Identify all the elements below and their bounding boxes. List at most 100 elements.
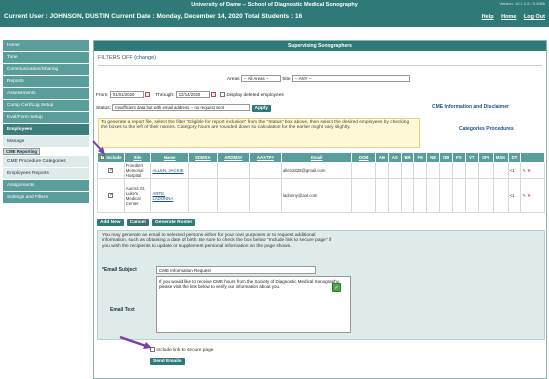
user-info-line: Current User : JOHNSON, DUSTIN Current D…: [4, 13, 303, 20]
annotation-arrow-icon: [119, 335, 152, 349]
header-links: Help Home Log Out: [476, 14, 545, 20]
version-text: Version: 10.1.2.5 / 5.4986: [499, 1, 545, 6]
actions-cell: ✎ ✕: [520, 178, 545, 213]
display-deleted-checkbox[interactable]: [220, 92, 226, 97]
university-title: University of Dame -- School of Diagnost…: [191, 2, 358, 8]
generate-roster-button[interactable]: Generate Roster: [152, 219, 196, 226]
sidebar-item-assessments[interactable]: Assessments: [3, 88, 89, 99]
column-header-br: BR: [400, 152, 415, 163]
sidebar-item-cme-reporting[interactable]: CME Reporting: [3, 148, 41, 155]
dt-cell: <1: [507, 162, 522, 179]
column-header-email[interactable]: Email: [280, 152, 353, 163]
add-new-button[interactable]: Add New: [97, 219, 124, 226]
ardms-cell: [216, 178, 250, 213]
delete-icon[interactable]: ✕: [527, 168, 531, 173]
employees-table: Include Site Name SDMSA ARDMS# AAXTP# Em…: [97, 152, 545, 213]
filters-change-link[interactable]: (change): [134, 55, 156, 61]
sidebar-item-eval-form[interactable]: Eval/Form Setup: [3, 112, 89, 123]
home-link[interactable]: Home: [501, 14, 516, 20]
email-text-label: Email Text: [110, 307, 135, 313]
sdmsa-cell: [187, 178, 218, 213]
send-emails-button[interactable]: Send Emails: [150, 358, 185, 365]
sidebar-item-settings[interactable]: Settings and Filters: [3, 192, 89, 203]
calendar-icon[interactable]: [144, 92, 150, 97]
current-user: JOHNSON, DUSTIN: [49, 13, 110, 20]
display-deleted-label: Display deleted employees: [226, 92, 284, 98]
sidebar-item-comp-cert[interactable]: Comp Cert/Log Setup: [3, 100, 89, 111]
column-header-ardms[interactable]: ARDMS#: [216, 152, 250, 163]
include-link-row: Include link to secure page: [150, 347, 213, 353]
dob-cell: [351, 162, 376, 179]
page-title: Supervising Sonographers: [94, 41, 546, 51]
site-select[interactable]: -- ANY --: [291, 75, 410, 82]
column-header-aaxtp[interactable]: AAXTP#: [248, 152, 282, 163]
email-cell: ladonny@aol.com: [280, 178, 353, 213]
include-link-label: Include link to secure page: [156, 347, 214, 353]
sidebar-item-home[interactable]: Home: [3, 40, 89, 51]
through-date-input[interactable]: 12/14/2020: [175, 91, 210, 98]
column-header-ab: AB: [375, 152, 389, 163]
cancel-button[interactable]: Cancel: [126, 219, 149, 226]
sidebar-item-employees-reports[interactable]: Employees Reports: [3, 168, 89, 179]
dob-cell: [351, 178, 376, 213]
include-checkbox[interactable]: [108, 192, 114, 199]
apply-button[interactable]: Apply: [251, 104, 271, 112]
sidebar-item-reports[interactable]: Reports: [3, 76, 89, 87]
logout-link[interactable]: Log Out: [524, 14, 545, 20]
aaxtp-cell: [248, 162, 282, 179]
column-header-sdmsa[interactable]: SDMSA: [187, 152, 218, 163]
delete-icon[interactable]: ✕: [527, 193, 531, 198]
table-row: Aurora St. Luke's Medical Center ARFE, L…: [97, 178, 545, 213]
sidebar-item-assignments[interactable]: Assignments: [3, 180, 89, 191]
sidebar-nav: Home Time Communication/Sharing Reports …: [3, 40, 89, 204]
email-text-area[interactable]: If you would like to receive CME hours f…: [156, 276, 351, 333]
send-emails-row: Send Emails: [150, 358, 185, 365]
include-cell: [97, 178, 125, 213]
dt-cell: <1: [507, 178, 522, 213]
column-header-as: AS: [387, 152, 402, 163]
status-row: Status: Insufficient data but with email…: [96, 104, 271, 112]
column-header-site[interactable]: Site: [123, 152, 152, 163]
column-header-ps: PS: [451, 152, 466, 163]
site-cell: Aurora St. Luke's Medical Center: [123, 178, 152, 213]
name-link[interactable]: ALLEN, JACKIE: [150, 162, 189, 179]
from-date-input[interactable]: 01/01/2020: [109, 91, 144, 98]
include-cell: [97, 162, 125, 179]
sidebar-item-employees[interactable]: Employees: [3, 124, 89, 135]
edit-icon[interactable]: ✎: [522, 168, 526, 173]
areas-site-row: Areas -- All Areas -- Site -- ANY --: [227, 75, 410, 82]
sidebar-item-communication[interactable]: Communication/Sharing: [3, 64, 89, 75]
status-select[interactable]: Insufficient data but with email address…: [112, 104, 251, 111]
sidebar-item-manage[interactable]: Manage: [3, 136, 89, 147]
column-header-fe: FE: [413, 152, 428, 163]
areas-select[interactable]: -- All Areas --: [240, 75, 281, 82]
top-header: University of Dame -- School of Diagnost…: [0, 0, 549, 27]
email-cell: allen2828@gmail.com: [280, 162, 353, 179]
table-header-row: Include Site Name SDMSA ARDMS# AAXTP# Em…: [97, 152, 545, 163]
edit-icon[interactable]: ✎: [522, 193, 526, 198]
column-header-name[interactable]: Name: [150, 152, 189, 163]
column-header-spi: SPI: [477, 152, 494, 163]
instructions-note: To generate a report file, select the fi…: [98, 118, 420, 148]
categories-procedures-link[interactable]: Categories Procedures: [459, 126, 514, 132]
sidebar-item-time[interactable]: Time: [3, 52, 89, 63]
sidebar-item-cme-procedure-categories[interactable]: CME Procedure Categories: [3, 156, 89, 167]
column-header-vt: VT: [464, 152, 479, 163]
help-link[interactable]: Help: [482, 14, 494, 20]
grammar-check-icon[interactable]: ✓: [332, 283, 341, 292]
cme-info-link[interactable]: CME Information and Disclaimer: [432, 104, 509, 110]
calendar-icon[interactable]: [210, 92, 216, 97]
main-panel: Supervising Sonographers FILTERS OFF (ch…: [93, 40, 547, 379]
table-actions: Add New Cancel Generate Roster: [97, 219, 197, 226]
actions-cell: ✎ ✕: [520, 162, 545, 179]
name-link[interactable]: ARFE, LADONNA: [150, 178, 189, 213]
sdmsa-cell: [187, 162, 218, 179]
column-header-dob[interactable]: DOB: [351, 152, 376, 163]
divider: [98, 65, 542, 66]
include-checkbox[interactable]: [108, 167, 114, 174]
email-intro-text: You may generate an email to selected pe…: [102, 233, 332, 249]
filters-status: FILTERS OFF (change): [98, 55, 156, 61]
email-subject-label: *Email Subject: [102, 267, 137, 273]
email-subject-input[interactable]: CME Information Request: [156, 266, 316, 274]
current-date: Monday, December 14, 2020: [156, 13, 243, 20]
